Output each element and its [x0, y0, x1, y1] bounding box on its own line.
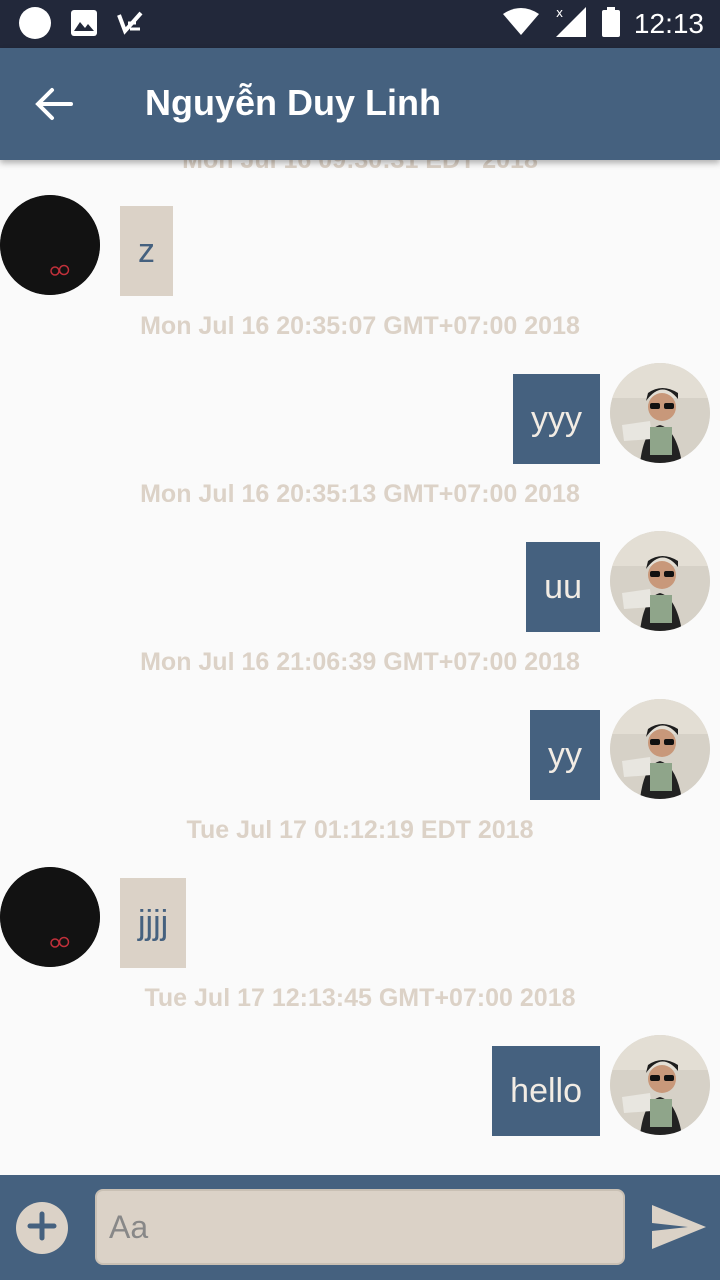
message-timestamp: Tue Jul 17 01:12:19 EDT 2018	[186, 816, 534, 844]
status-bar-notifications	[18, 6, 144, 45]
message-text: jjjj	[138, 903, 169, 942]
message-text: yy	[548, 735, 582, 774]
user-avatar[interactable]	[610, 531, 710, 631]
message-bubble-outgoing[interactable]: uu	[526, 542, 600, 632]
image-icon	[70, 9, 98, 42]
user-avatar[interactable]	[610, 699, 710, 799]
message-input[interactable]	[95, 1189, 625, 1265]
check-list-icon	[116, 9, 144, 42]
app-bar: Nguyễn Duy Linh	[0, 48, 720, 160]
message-bubble-outgoing[interactable]: yy	[530, 710, 600, 800]
message-timestamp: Mon Jul 16 09:30:31 EDT 2018	[182, 160, 538, 174]
message-bubble-outgoing[interactable]: hello	[492, 1046, 600, 1136]
message-text: hello	[510, 1071, 582, 1110]
contact-avatar[interactable]	[0, 867, 100, 967]
plus-icon	[27, 1211, 57, 1246]
add-attachment-button[interactable]	[16, 1202, 68, 1254]
message-timestamp: Tue Jul 17 12:13:45 GMT+07:00 2018	[144, 984, 576, 1012]
user-avatar[interactable]	[610, 363, 710, 463]
circle-notification-icon	[18, 6, 52, 45]
message-timestamp: Mon Jul 16 21:06:39 GMT+07:00 2018	[140, 648, 580, 676]
battery-icon	[601, 6, 620, 42]
message-timestamp: Mon Jul 16 20:35:13 GMT+07:00 2018	[140, 480, 580, 508]
cell-signal-icon: x	[554, 5, 588, 44]
send-button[interactable]	[648, 1201, 710, 1257]
status-bar-time: 12:13	[633, 8, 704, 39]
message-text: uu	[544, 567, 582, 606]
message-text: yyy	[531, 399, 582, 438]
composer-bar	[0, 1175, 720, 1280]
message-bubble-outgoing[interactable]: yyy	[513, 374, 600, 464]
wifi-icon	[502, 7, 540, 41]
message-text: z	[138, 231, 155, 270]
back-button[interactable]	[30, 82, 78, 130]
message-list[interactable]: Mon Jul 16 09:30:31 EDT 2018 z Mon Jul 1…	[0, 160, 720, 1175]
message-timestamp: Mon Jul 16 20:35:07 GMT+07:00 2018	[140, 312, 580, 340]
status-bar: x 12:13	[0, 0, 720, 48]
status-bar-system: x 12:13	[502, 0, 704, 48]
message-bubble-incoming[interactable]: jjjj	[120, 878, 187, 968]
arrow-left-icon	[35, 87, 73, 126]
message-bubble-incoming[interactable]: z	[120, 206, 173, 296]
svg-text:x: x	[556, 6, 563, 20]
contact-avatar[interactable]	[0, 195, 100, 295]
user-avatar[interactable]	[610, 1035, 710, 1135]
send-icon	[650, 1203, 708, 1256]
conversation-title: Nguyễn Duy Linh	[145, 82, 441, 123]
